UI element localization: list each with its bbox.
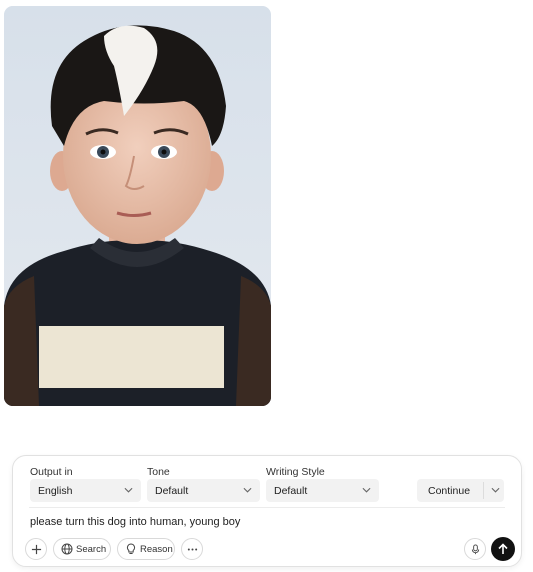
arrow-up-icon [498,543,508,554]
chevron-down-icon [124,487,133,493]
globe-icon [61,543,73,555]
search-label: Search [76,544,107,555]
search-button[interactable]: Search [53,538,111,560]
prompt-input[interactable]: please turn this dog into human, young b… [30,516,240,528]
reason-button[interactable]: Reason [117,538,175,560]
more-options-button[interactable] [181,538,203,560]
continue-label: Continue [428,485,471,497]
continue-button[interactable]: Continue [417,479,504,502]
writing-style-select[interactable]: Default [266,479,379,502]
tone-select[interactable]: Default [147,479,260,502]
voice-input-button[interactable] [464,538,486,560]
generated-image[interactable] [4,6,271,406]
chevron-down-icon [362,487,371,493]
portrait-illustration [4,6,271,406]
plus-icon [31,544,42,555]
chevron-down-icon [243,487,252,493]
output-language-label: Output in [30,466,73,478]
writing-style-value: Default [274,485,308,497]
tone-value: Default [155,485,189,497]
tone-label: Tone [147,466,170,478]
reason-label: Reason [140,544,173,555]
chat-composer: Output in English Tone Default Writing S… [12,455,522,567]
add-attachment-button[interactable] [25,538,47,560]
divider [29,507,505,508]
lightbulb-icon [126,543,136,554]
microphone-icon [471,544,480,555]
chevron-down-icon[interactable] [491,487,500,493]
more-horizontal-icon [187,548,198,551]
output-language-select[interactable]: English [30,479,141,502]
send-button[interactable] [491,537,515,561]
writing-style-label: Writing Style [266,466,325,478]
output-language-value: English [38,485,73,497]
divider [483,482,484,499]
